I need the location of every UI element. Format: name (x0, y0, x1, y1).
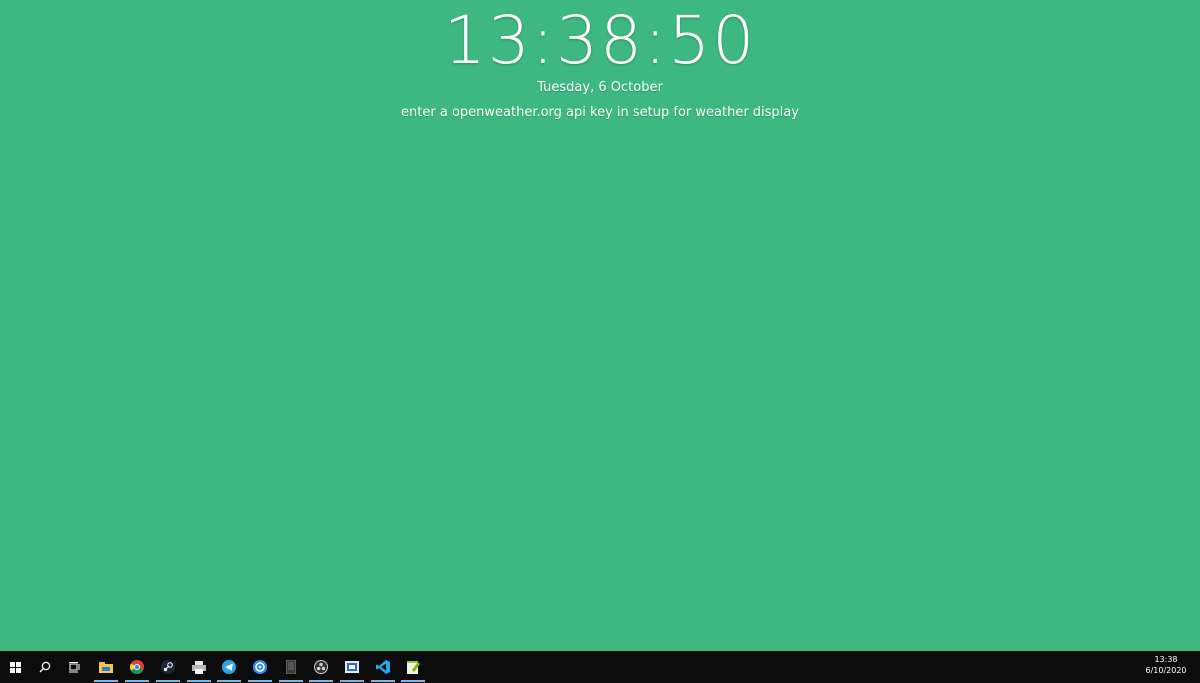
taskbar-app-circle[interactable] (247, 651, 273, 683)
telegram-icon (222, 660, 236, 674)
file-explorer-icon (99, 661, 113, 673)
tray-time: 13:38 (1154, 655, 1178, 664)
clock-date: Tuesday, 6 October (537, 80, 663, 95)
taskbar-app-notepad-plus[interactable] (400, 651, 426, 683)
desktop-background: 13:38:50 Tuesday, 6 October enter a open… (0, 0, 1200, 651)
taskbar-app-printer[interactable] (186, 651, 212, 683)
task-view-icon (68, 661, 80, 673)
obs-icon (314, 660, 328, 674)
chrome-icon (130, 660, 144, 674)
phone-app-icon (286, 660, 296, 674)
taskbar-app-vscode[interactable] (370, 651, 396, 683)
taskbar-app-steam[interactable] (155, 651, 181, 683)
window-app-icon (345, 661, 359, 673)
task-view-button[interactable] (61, 651, 87, 683)
clock-time: 13:38:50 (443, 2, 757, 79)
start-button[interactable] (0, 651, 30, 683)
taskbar-app-window[interactable] (339, 651, 365, 683)
tray-clock[interactable]: 13:38 6/10/2020 (1136, 652, 1196, 683)
search-icon (39, 661, 51, 673)
app-circle-icon (253, 660, 267, 674)
taskbar-app-obs[interactable] (308, 651, 334, 683)
notepad-plus-icon (406, 660, 420, 674)
steam-icon (161, 660, 175, 674)
taskbar-app-phone[interactable] (278, 651, 304, 683)
weather-message: enter a openweather.org api key in setup… (401, 105, 799, 120)
taskbar-app-file-explorer[interactable] (93, 651, 119, 683)
taskbar (0, 651, 1200, 683)
tray-date: 6/10/2020 (1145, 666, 1187, 675)
printer-app-icon (192, 660, 206, 674)
vscode-icon (376, 660, 390, 674)
windows-start-icon (9, 661, 21, 673)
search-button[interactable] (32, 651, 58, 683)
taskbar-app-chrome[interactable] (124, 651, 150, 683)
taskbar-app-telegram[interactable] (216, 651, 242, 683)
